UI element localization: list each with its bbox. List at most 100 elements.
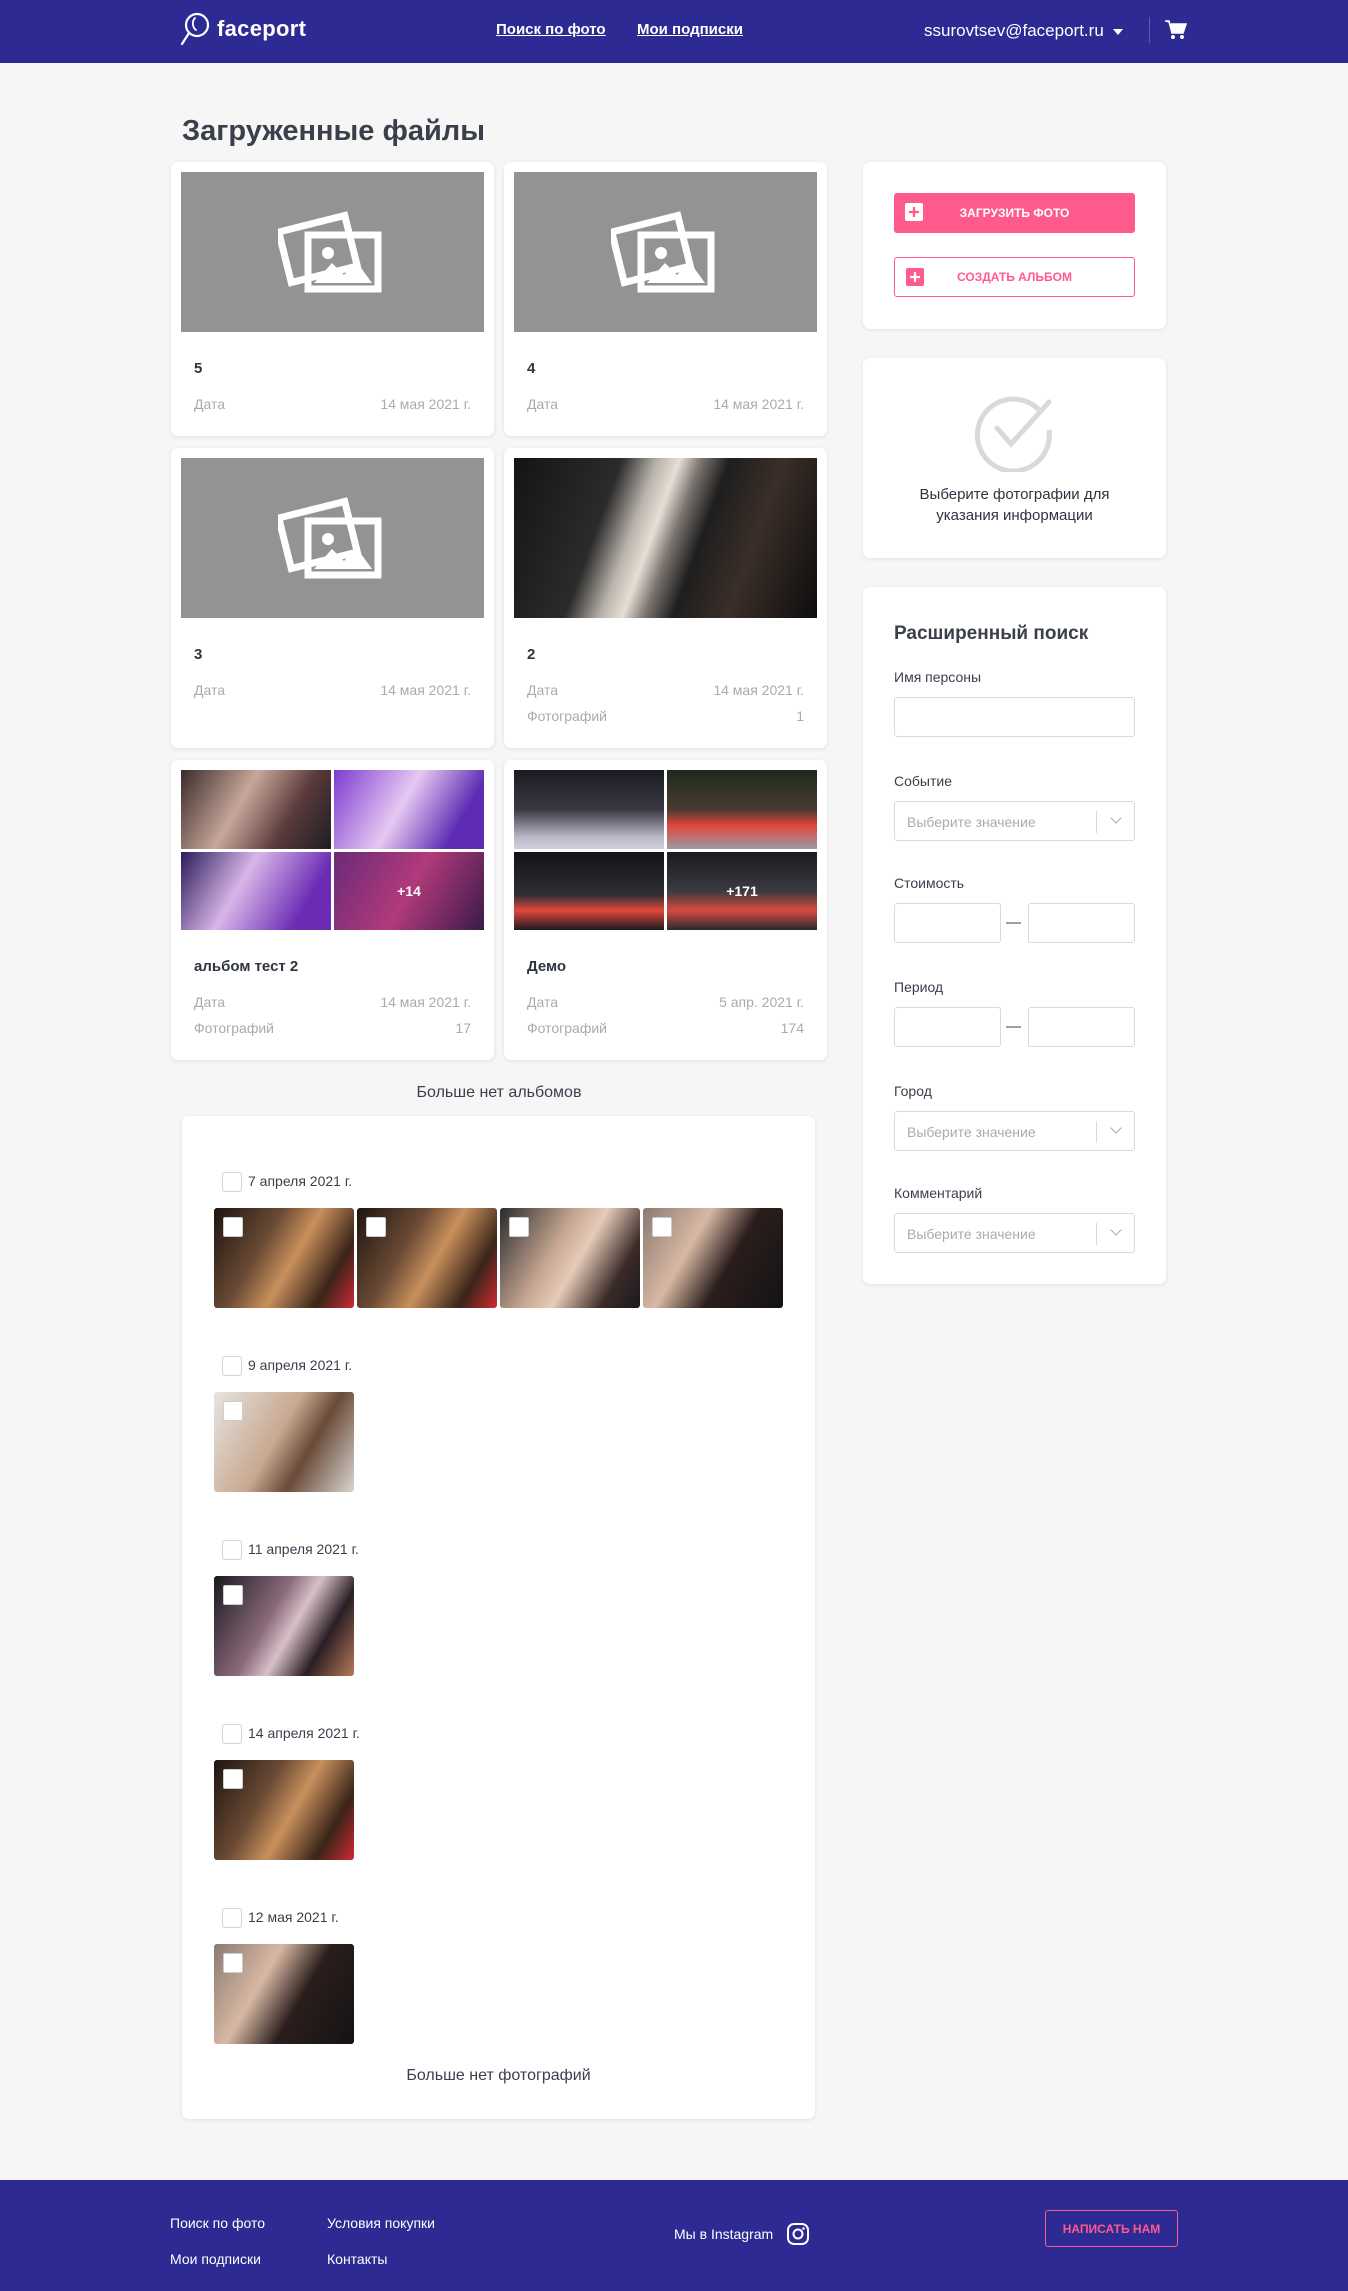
top-navbar: faceport Поиск по фото Мои подписки ssur… [0, 0, 1348, 63]
photo-thumbnail[interactable] [214, 1392, 354, 1492]
photo-checkbox[interactable] [509, 1217, 529, 1237]
photo-checkbox[interactable] [223, 1217, 243, 1237]
footer: Поиск по фото Мои подписки Условия покуп… [0, 2180, 1348, 2291]
grid-photo [181, 851, 331, 930]
album-date-row: Дата 14 мая 2021 г. [194, 994, 471, 1010]
album-photo-grid: +171 [514, 770, 817, 930]
album-card[interactable]: 4 Дата 14 мая 2021 г. [504, 162, 827, 436]
event-label: Событие [894, 773, 952, 789]
comment-select[interactable]: Выберите значение [894, 1213, 1135, 1253]
footer-link-contacts[interactable]: Контакты [327, 2251, 387, 2267]
selection-hint-panel: Выберите фотографии для указания информа… [863, 358, 1166, 558]
page-title: Загруженные файлы [182, 115, 485, 147]
upload-photo-button[interactable]: Загрузить фото [894, 193, 1135, 233]
grid-photo [514, 851, 664, 930]
person-name-label: Имя персоны [894, 669, 982, 685]
photo-thumbnail[interactable] [357, 1208, 497, 1308]
user-menu[interactable]: ssurovtsev@faceport.ru [924, 21, 1123, 41]
album-cover-photo [514, 458, 817, 618]
album-title: 5 [194, 360, 203, 377]
album-count-row: Фотографий 1 [527, 708, 804, 724]
photo-thumbnail[interactable] [214, 1760, 354, 1860]
advanced-search-title: Расширенный поиск [894, 623, 1089, 644]
comment-label: Комментарий [894, 1185, 983, 1201]
price-label: Стоимость [894, 875, 965, 891]
grid-photo [181, 770, 331, 849]
album-card[interactable]: 5 Дата 14 мая 2021 г. [171, 162, 494, 436]
logo[interactable]: faceport [178, 11, 306, 47]
city-label: Город [894, 1083, 932, 1099]
footer-link-photo-search[interactable]: Поиск по фото [170, 2215, 265, 2231]
price-to-input[interactable] [1028, 903, 1135, 943]
contact-us-button[interactable]: Написать нам [1045, 2210, 1178, 2247]
check-circle-icon [974, 396, 1052, 472]
album-card[interactable]: 2 Дата 14 мая 2021 г. Фотографий 1 [504, 448, 827, 748]
album-title: альбом тест 2 [194, 958, 299, 975]
price-from-input[interactable] [894, 903, 1001, 943]
no-more-albums: Больше нет альбомов [416, 1084, 582, 1101]
plus-icon [905, 203, 923, 221]
cart-icon[interactable] [1165, 20, 1187, 40]
date-group-label: 9 апреля 2021 г. [248, 1357, 353, 1373]
grid-photo [514, 770, 664, 849]
nav-photo-search[interactable]: Поиск по фото [496, 21, 606, 38]
caret-down-icon [1112, 29, 1123, 35]
create-album-button[interactable]: Создать альбом [894, 257, 1135, 297]
album-date-row: Дата 14 мая 2021 г. [527, 396, 804, 412]
images-icon [277, 211, 381, 293]
photo-checkbox[interactable] [223, 1585, 243, 1605]
range-dash: — [1006, 914, 1021, 931]
footer-link-terms[interactable]: Условия покупки [327, 2215, 435, 2231]
period-to-input[interactable] [1028, 1007, 1135, 1047]
album-date-row: Дата 14 мая 2021 г. [527, 682, 804, 698]
photo-thumbnail[interactable] [214, 1944, 354, 2044]
images-icon [277, 497, 381, 579]
no-more-photos: Больше нет фотографий [406, 2067, 591, 2084]
date-group-checkbox[interactable] [222, 1908, 242, 1928]
date-group-checkbox[interactable] [222, 1540, 242, 1560]
photo-checkbox[interactable] [223, 1401, 243, 1421]
photos-panel: 7 апреля 2021 г. 9 апреля 2021 г. 11 апр… [182, 1116, 815, 2119]
instagram-icon[interactable] [786, 2222, 810, 2246]
grid-photo-more: +14 [334, 851, 484, 930]
city-select[interactable]: Выберите значение [894, 1111, 1135, 1151]
album-date-row: Дата 5 апр. 2021 г. [527, 994, 804, 1010]
photo-thumbnail[interactable] [500, 1208, 640, 1308]
photo-checkbox[interactable] [223, 1769, 243, 1789]
date-group-checkbox[interactable] [222, 1356, 242, 1376]
grid-photo [334, 770, 484, 849]
album-date-row: Дата 14 мая 2021 г. [194, 396, 471, 412]
album-title: 4 [527, 360, 536, 377]
date-group-label: 7 апреля 2021 г. [248, 1173, 353, 1189]
album-count-row: Фотографий 17 [194, 1020, 471, 1036]
album-card[interactable]: +171 Демо Дата 5 апр. 2021 г. Фотографий 1… [504, 760, 827, 1060]
footer-link-subscriptions[interactable]: Мои подписки [170, 2251, 261, 2267]
logo-icon [180, 12, 210, 46]
person-name-input[interactable] [894, 697, 1135, 737]
range-dash: — [1006, 1018, 1021, 1035]
album-title: 3 [194, 646, 203, 663]
photo-thumbnail[interactable] [643, 1208, 783, 1308]
actions-panel: Загрузить фото Создать альбом [863, 162, 1166, 329]
user-email: ssurovtsev@faceport.ru [924, 21, 1104, 40]
date-group-checkbox[interactable] [222, 1724, 242, 1744]
photo-checkbox[interactable] [652, 1217, 672, 1237]
album-card[interactable]: +14 альбом тест 2 Дата 14 мая 2021 г. Фот… [171, 760, 494, 1060]
photo-thumbnail[interactable] [214, 1208, 354, 1308]
photo-thumbnail[interactable] [214, 1576, 354, 1676]
brand-name: faceport [217, 16, 307, 41]
chevron-down-icon [1110, 812, 1122, 824]
selection-hint-text: Выберите фотографии для указания информа… [919, 486, 1110, 524]
images-icon [610, 211, 714, 293]
event-select[interactable]: Выберите значение [894, 801, 1135, 841]
album-placeholder [181, 172, 484, 332]
album-photo-grid: +14 [181, 770, 484, 930]
photo-checkbox[interactable] [366, 1217, 386, 1237]
period-from-input[interactable] [894, 1007, 1001, 1047]
date-group-checkbox[interactable] [222, 1172, 242, 1192]
album-card[interactable]: 3 Дата 14 мая 2021 г. [171, 448, 494, 748]
chevron-down-icon [1110, 1224, 1122, 1236]
nav-subscriptions[interactable]: Мои подписки [637, 21, 743, 38]
photo-checkbox[interactable] [223, 1953, 243, 1973]
date-group-label: 14 апреля 2021 г. [248, 1725, 360, 1741]
